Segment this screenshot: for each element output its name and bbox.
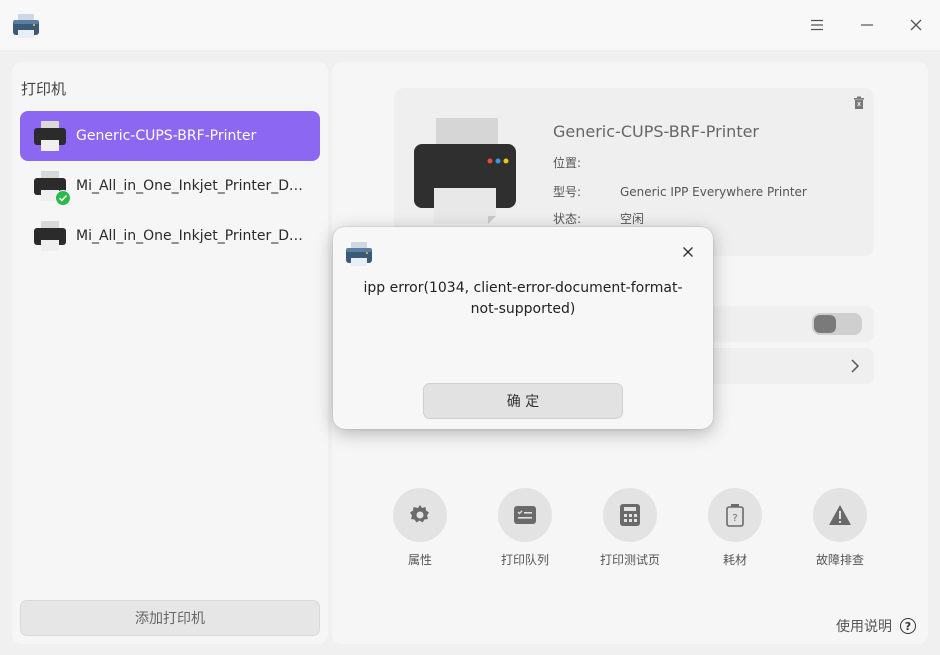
printer-app-icon	[13, 14, 39, 38]
model-label: 型号:	[553, 185, 582, 199]
printer-label: Generic-CUPS-BRF-Printer	[76, 128, 257, 144]
gear-icon	[393, 488, 447, 542]
dialog-message: ipp error(1034, client-error-document-fo…	[363, 280, 683, 317]
setting-toggle[interactable]	[812, 313, 862, 335]
menu-button[interactable]	[804, 12, 830, 38]
warning-icon	[813, 488, 867, 542]
help-icon: ?	[900, 618, 916, 634]
model-row: 型号: Generic IPP Everywhere Printer	[553, 183, 807, 200]
print-queue-tool[interactable]: 打印队列	[485, 488, 565, 568]
queue-icon	[498, 488, 552, 542]
printer-icon	[32, 168, 71, 206]
status-value: 空闲	[620, 212, 645, 226]
status-label: 状态:	[553, 212, 582, 226]
printer-list-item[interactable]: Mi_All_in_One_Inkjet_Printer_DA…	[20, 211, 320, 261]
printer-icon	[32, 118, 68, 154]
error-dialog: ipp error(1034, client-error-document-fo…	[333, 227, 713, 429]
printer-label: Mi_All_in_One_Inkjet_Printer_DA…	[76, 178, 312, 194]
tool-label: 打印测试页	[599, 553, 660, 567]
minimize-icon	[861, 24, 873, 26]
help-label: 使用说明	[836, 619, 892, 635]
status-row: 状态: 空闲	[553, 210, 644, 227]
location-label: 位置:	[553, 156, 582, 170]
printer-name: Generic-CUPS-BRF-Printer	[553, 122, 760, 141]
printer-app-icon	[346, 242, 372, 266]
svg-text:?: ?	[732, 513, 737, 524]
properties-tool[interactable]: 属性	[380, 488, 460, 568]
default-check-icon	[55, 190, 71, 206]
sidebar-title: 打印机	[21, 80, 67, 98]
close-icon	[910, 19, 922, 31]
printer-label: Mi_All_in_One_Inkjet_Printer_DA…	[76, 228, 312, 244]
tool-label: 故障排查	[815, 553, 864, 567]
printer-sidebar: 打印机 Generic-CUPS-BRF-Printer Mi_All_in_O…	[12, 62, 328, 644]
add-printer-button[interactable]: 添加打印机	[20, 600, 320, 636]
printer-list-item[interactable]: Mi_All_in_One_Inkjet_Printer_DA…	[20, 161, 320, 211]
ok-button[interactable]: 确 定	[423, 383, 623, 419]
printer-icon	[32, 218, 68, 254]
chevron-right-icon	[851, 359, 860, 373]
delete-printer-icon[interactable]	[852, 96, 866, 110]
dialog-close-button[interactable]	[677, 241, 699, 263]
model-value: Generic IPP Everywhere Printer	[620, 185, 807, 199]
printer-list-item[interactable]: Generic-CUPS-BRF-Printer	[20, 111, 320, 161]
close-button[interactable]	[903, 12, 929, 38]
large-printer-icon	[414, 118, 516, 224]
menu-icon	[811, 19, 823, 31]
troubleshoot-tool[interactable]: 故障排查	[800, 488, 880, 568]
help-link[interactable]: 使用说明 ?	[836, 616, 916, 636]
tool-label: 属性	[407, 553, 432, 567]
test-page-tool[interactable]: 打印测试页	[590, 488, 670, 568]
test-page-icon	[603, 488, 657, 542]
supplies-tool[interactable]: ? 耗材	[695, 488, 775, 568]
close-icon	[683, 247, 693, 257]
tool-label: 打印队列	[500, 553, 549, 567]
location-row: 位置:	[553, 154, 620, 171]
tool-label: 耗材	[722, 553, 747, 567]
title-bar	[0, 0, 940, 50]
minimize-button[interactable]	[854, 12, 880, 38]
supplies-icon: ?	[708, 488, 762, 542]
